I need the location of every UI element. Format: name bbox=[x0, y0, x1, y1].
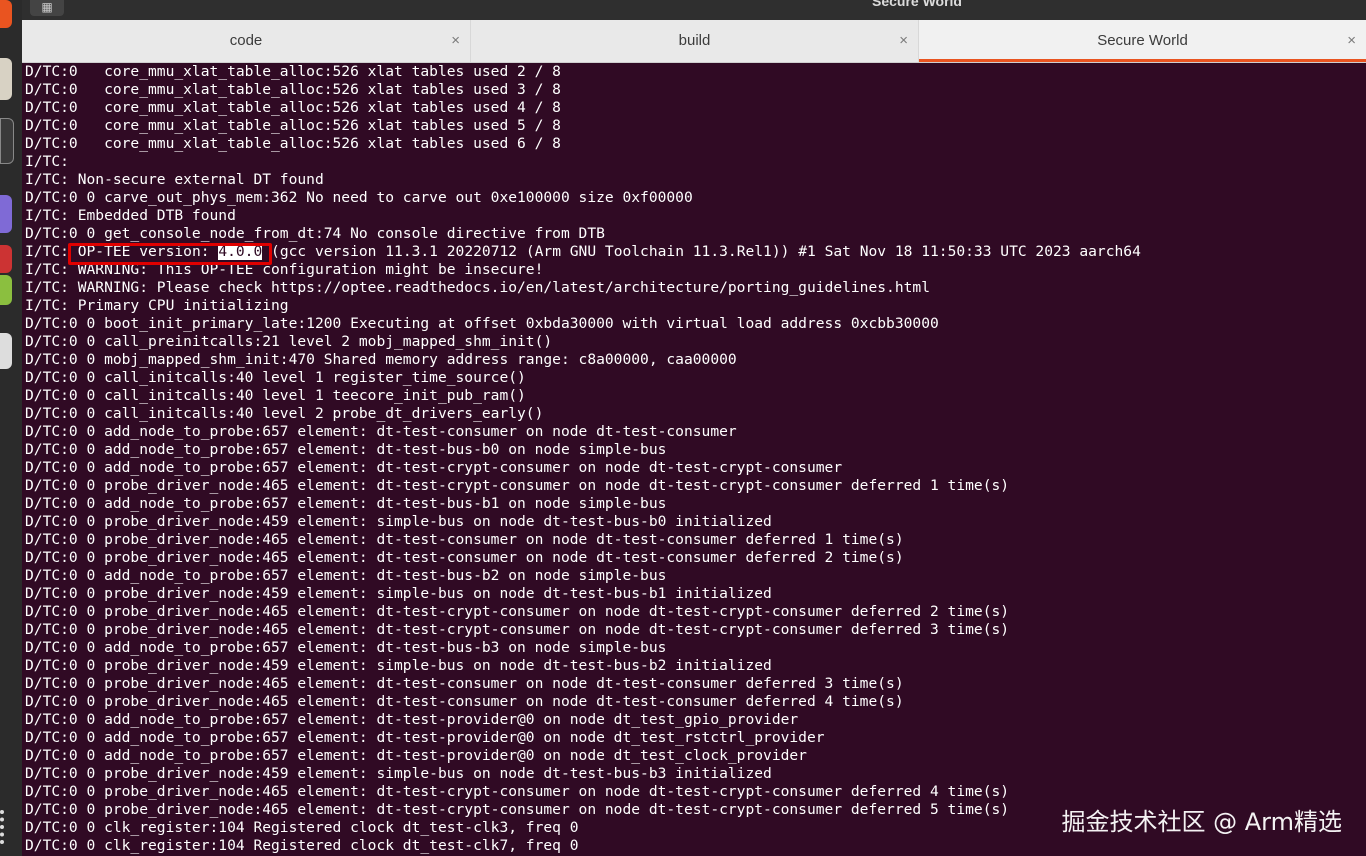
log-line: I/TC: Non-secure external DT found bbox=[25, 171, 324, 188]
app-icon-purple[interactable] bbox=[0, 195, 12, 233]
screen: ▦ Secure World code × build × Secure Wor… bbox=[0, 0, 1366, 856]
log-line: D/TC:0 0 probe_driver_node:465 element: … bbox=[25, 621, 1010, 638]
log-line: D/TC:0 0 call_initcalls:40 level 2 probe… bbox=[25, 405, 544, 422]
tab-label: Secure World bbox=[1097, 32, 1188, 49]
log-line: D/TC:0 0 mobj_mapped_shm_init:470 Shared… bbox=[25, 351, 737, 368]
log-line: D/TC:0 0 probe_driver_node:459 element: … bbox=[25, 765, 772, 782]
log-line: D/TC:0 0 add_node_to_probe:657 element: … bbox=[25, 729, 825, 746]
log-line: D/TC:0 0 probe_driver_node:465 element: … bbox=[25, 549, 904, 566]
titlebar: ▦ Secure World bbox=[22, 0, 1366, 20]
tab-bar: code × build × Secure World × bbox=[22, 20, 1366, 63]
log-line: D/TC:0 0 add_node_to_probe:657 element: … bbox=[25, 459, 843, 476]
log-line: D/TC:0 0 probe_driver_node:465 element: … bbox=[25, 477, 1010, 494]
app-icon-red[interactable] bbox=[0, 245, 12, 273]
log-line: D/TC:0 0 add_node_to_probe:657 element: … bbox=[25, 747, 807, 764]
window-title: Secure World bbox=[872, 0, 962, 9]
log-line: D/TC:0 0 add_node_to_probe:657 element: … bbox=[25, 423, 737, 440]
app-icon-orange[interactable] bbox=[0, 0, 12, 28]
log-line: D/TC:0 0 call_initcalls:40 level 1 teeco… bbox=[25, 387, 526, 404]
terminal-output[interactable]: D/TC:0 core_mmu_xlat_table_alloc:526 xla… bbox=[25, 63, 1366, 856]
log-line: D/TC:0 0 add_node_to_probe:657 element: … bbox=[25, 711, 799, 728]
log-line: D/TC:0 0 add_node_to_probe:657 element: … bbox=[25, 495, 667, 512]
log-line: D/TC:0 0 probe_driver_node:465 element: … bbox=[25, 693, 904, 710]
tab-code[interactable]: code × bbox=[22, 20, 470, 62]
tab-label: code bbox=[229, 32, 263, 49]
log-line: D/TC:0 0 probe_driver_node:465 element: … bbox=[25, 783, 1010, 800]
log-line: I/TC: bbox=[25, 153, 69, 170]
log-line: D/TC:0 0 probe_driver_node:459 element: … bbox=[25, 585, 772, 602]
app-icon-white[interactable] bbox=[0, 333, 12, 369]
log-line: D/TC:0 0 call_preinitcalls:21 level 2 mo… bbox=[25, 333, 553, 350]
version-suffix: (gcc version 11.3.1 20220712 (Arm GNU To… bbox=[262, 243, 1141, 260]
log-line: D/TC:0 0 probe_driver_node:459 element: … bbox=[25, 657, 772, 674]
log-line: D/TC:0 0 carve_out_phys_mem:362 No need … bbox=[25, 189, 693, 206]
close-icon[interactable]: × bbox=[451, 20, 460, 61]
tab-secure-world[interactable]: Secure World × bbox=[918, 20, 1366, 62]
show-apps-icon[interactable] bbox=[0, 810, 8, 844]
log-line: D/TC:0 core_mmu_xlat_table_alloc:526 xla… bbox=[25, 99, 561, 116]
log-line: D/TC:0 core_mmu_xlat_table_alloc:526 xla… bbox=[25, 63, 561, 80]
log-line: I/TC: WARNING: Please check https://opte… bbox=[25, 279, 930, 296]
log-line: I/TC: Primary CPU initializing bbox=[25, 297, 289, 314]
version-highlight-box bbox=[68, 243, 272, 265]
log-line: D/TC:0 0 add_node_to_probe:657 element: … bbox=[25, 567, 667, 584]
log-line: D/TC:0 core_mmu_xlat_table_alloc:526 xla… bbox=[25, 135, 561, 152]
log-line: D/TC:0 0 boot_init_primary_late:1200 Exe… bbox=[25, 315, 939, 332]
log-line: D/TC:0 0 get_console_node_from_dt:74 No … bbox=[25, 225, 605, 242]
log-line: D/TC:0 0 probe_driver_node:465 element: … bbox=[25, 603, 1010, 620]
log-line: D/TC:0 0 probe_driver_node:459 element: … bbox=[25, 513, 772, 530]
log-line: D/TC:0 0 add_node_to_probe:657 element: … bbox=[25, 441, 667, 458]
files-icon[interactable] bbox=[0, 58, 12, 100]
log-line: D/TC:0 0 probe_driver_node:465 element: … bbox=[25, 531, 904, 548]
close-icon[interactable]: × bbox=[1347, 20, 1356, 61]
log-line: D/TC:0 0 call_initcalls:40 level 1 regis… bbox=[25, 369, 526, 386]
dock bbox=[0, 0, 22, 856]
watermark: 掘金技术社区 @ Arm精选 bbox=[1061, 808, 1343, 836]
close-icon[interactable]: × bbox=[899, 20, 908, 61]
log-line: D/TC:0 0 clk_register:104 Registered clo… bbox=[25, 837, 579, 854]
grid-icon[interactable]: ▦ bbox=[30, 0, 64, 16]
log-line: D/TC:0 0 add_node_to_probe:657 element: … bbox=[25, 639, 667, 656]
terminal-icon[interactable] bbox=[0, 118, 14, 164]
log-line: D/TC:0 0 probe_driver_node:465 element: … bbox=[25, 675, 904, 692]
tab-build[interactable]: build × bbox=[470, 20, 918, 62]
app-icon-green[interactable] bbox=[0, 275, 12, 305]
log-line: D/TC:0 core_mmu_xlat_table_alloc:526 xla… bbox=[25, 117, 561, 134]
log-line: I/TC: Embedded DTB found bbox=[25, 207, 236, 224]
tab-label: build bbox=[678, 32, 711, 49]
log-line: D/TC:0 core_mmu_xlat_table_alloc:526 xla… bbox=[25, 81, 561, 98]
